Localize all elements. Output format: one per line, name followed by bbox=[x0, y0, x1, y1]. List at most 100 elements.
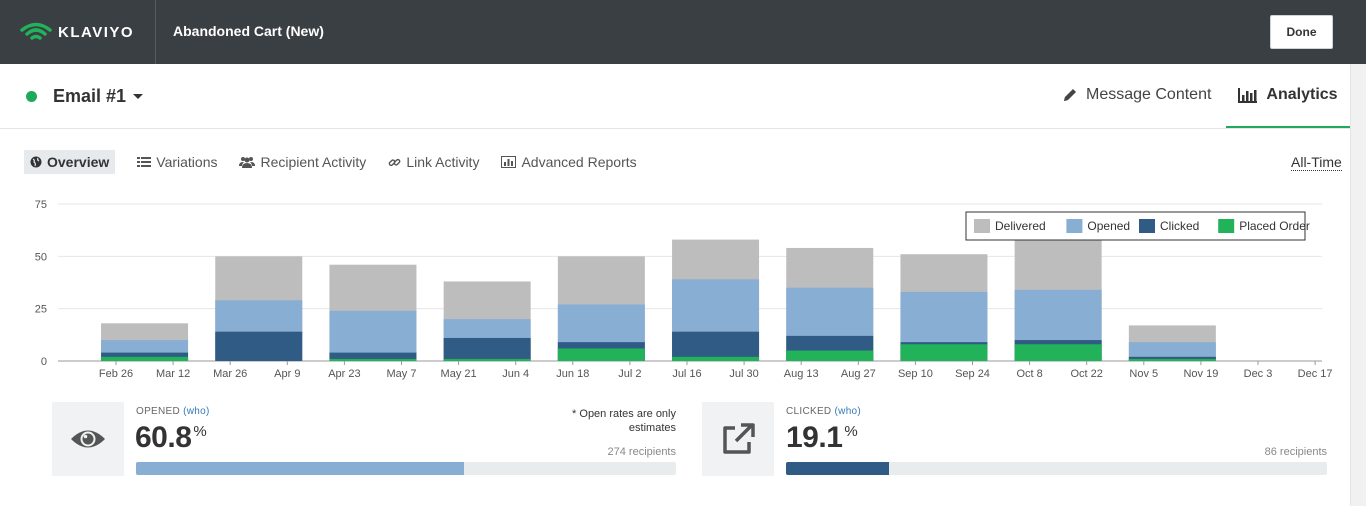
subnav-advanced-reports-label: Advanced Reports bbox=[521, 154, 637, 170]
y-tick-label: 0 bbox=[41, 356, 47, 368]
chart-canvas: 0 25 50 75 Feb 26 Mar 12 Mar 26 Apr 9 Apr 23 May … bbox=[35, 199, 1333, 380]
opened-progress-bar bbox=[136, 462, 676, 475]
tab-analytics[interactable]: Analytics bbox=[1226, 64, 1350, 128]
x-tick-label: Aug 27 bbox=[841, 368, 876, 380]
x-tick-label: Apr 9 bbox=[274, 368, 300, 380]
clicked-label-text: CLICKED bbox=[786, 406, 832, 417]
email-selector[interactable]: Email #1 bbox=[26, 84, 144, 108]
subnav-recipient-activity-label: Recipient Activity bbox=[260, 154, 367, 170]
list-icon bbox=[137, 156, 152, 168]
header-divider bbox=[0, 128, 1350, 129]
tab-message-content-label: Message Content bbox=[1086, 86, 1212, 103]
x-tick-label: Aug 13 bbox=[784, 368, 819, 380]
opened-rate-value: 60.8 bbox=[135, 421, 192, 454]
open-rate-note: * Open rates are only estimates bbox=[530, 407, 676, 435]
klaviyo-logo[interactable]: KLAVIYO bbox=[20, 18, 138, 46]
clicked-label: CLICKED (who) bbox=[786, 406, 861, 417]
tab-message-content[interactable]: Message Content bbox=[1062, 86, 1211, 104]
chart-bar-placed-order bbox=[1128, 358, 1216, 361]
chevron-down-icon bbox=[133, 93, 144, 99]
legend-swatch bbox=[974, 219, 990, 233]
external-link-icon bbox=[723, 423, 755, 454]
date-range-selector[interactable]: All-Time bbox=[1291, 154, 1342, 171]
x-tick-label: Feb 26 bbox=[99, 368, 133, 380]
legend-label: Placed Order bbox=[1239, 219, 1310, 233]
x-tick-label: Mar 12 bbox=[156, 368, 190, 380]
legend-label: Opened bbox=[1087, 219, 1130, 233]
opened-rate-unit: % bbox=[193, 423, 207, 440]
chart-bar-clicked bbox=[215, 331, 303, 361]
clicked-recipients: 86 recipients bbox=[1264, 446, 1327, 458]
clicked-progress-fill bbox=[786, 462, 890, 475]
page-scrollbar[interactable] bbox=[1350, 64, 1366, 506]
legend-swatch bbox=[1139, 219, 1155, 233]
open-rate-note-line1: * Open rates are only bbox=[572, 408, 676, 420]
legend-label: Clicked bbox=[1160, 219, 1199, 233]
x-tick-label: Jul 30 bbox=[729, 368, 758, 380]
x-tick-label: Sep 10 bbox=[898, 368, 933, 380]
x-tick-label: Jul 2 bbox=[618, 368, 641, 380]
chart-bar-placed-order bbox=[786, 350, 874, 361]
x-tick-label: Sep 24 bbox=[955, 368, 990, 380]
x-tick-label: May 21 bbox=[441, 368, 477, 380]
x-tick-label: May 7 bbox=[387, 368, 417, 380]
clicked-rate-unit: % bbox=[844, 423, 858, 440]
subnav-overview[interactable]: Overview bbox=[24, 150, 116, 174]
clicked-who-link[interactable]: (who) bbox=[835, 406, 862, 417]
chart-bar-placed-order bbox=[443, 358, 531, 361]
subnav-advanced-reports[interactable]: Advanced Reports bbox=[501, 150, 637, 174]
x-tick-label: Nov 19 bbox=[1183, 368, 1218, 380]
y-tick-label: 75 bbox=[35, 199, 47, 211]
subnav-variations[interactable]: Variations bbox=[137, 150, 217, 174]
x-tick-label: Apr 23 bbox=[328, 368, 360, 380]
clicked-rate-value: 19.1 bbox=[786, 421, 843, 454]
link-icon bbox=[388, 156, 401, 169]
chart-bar-placed-order bbox=[557, 348, 645, 361]
clicked-progress-bar bbox=[786, 462, 1327, 475]
subnav-link-activity-label: Link Activity bbox=[406, 154, 480, 170]
chart-bar-placed-order bbox=[900, 344, 988, 361]
opened-recipients: 274 recipients bbox=[607, 446, 677, 458]
chart-bar-clicked bbox=[672, 331, 760, 361]
x-tick-label: Jun 18 bbox=[556, 368, 589, 380]
legend-label: Delivered bbox=[995, 219, 1046, 233]
subnav-overview-label: Overview bbox=[47, 154, 110, 170]
chart-bar-placed-order bbox=[1014, 344, 1102, 361]
chart-bar-placed-order bbox=[329, 358, 417, 361]
topbar-divider bbox=[155, 0, 156, 64]
overview-subnav: Overview Variations Recipient Activity L… bbox=[24, 150, 659, 174]
chart-bar-placed-order bbox=[101, 356, 189, 361]
eye-icon bbox=[71, 430, 105, 448]
y-tick-label: 25 bbox=[35, 304, 47, 316]
open-rate-note-line2: estimates bbox=[628, 422, 676, 434]
x-tick-label: Oct 22 bbox=[1070, 368, 1102, 380]
legend-swatch bbox=[1066, 219, 1083, 233]
x-tick-label: Mar 26 bbox=[213, 368, 247, 380]
clicked-rate: 19.1% bbox=[786, 421, 858, 455]
legend-swatch bbox=[1218, 219, 1235, 233]
opened-progress-fill bbox=[136, 462, 465, 475]
opened-rate: 60.8% bbox=[135, 421, 207, 455]
x-tick-label: Nov 5 bbox=[1129, 368, 1158, 380]
status-dot-icon bbox=[26, 90, 37, 102]
y-tick-label: 50 bbox=[35, 251, 47, 263]
opened-label-text: OPENED bbox=[136, 406, 181, 417]
clicked-card-icon-box bbox=[702, 402, 774, 476]
brand-name: KLAVIYO bbox=[58, 23, 135, 41]
done-button[interactable]: Done bbox=[1270, 15, 1333, 49]
bar-chart-icon bbox=[501, 156, 517, 168]
opened-who-link[interactable]: (who) bbox=[183, 406, 210, 417]
bar-chart-icon bbox=[1238, 87, 1258, 103]
email-name: Email #1 bbox=[53, 85, 127, 106]
x-tick-label: Jun 4 bbox=[502, 368, 529, 380]
x-tick-label: Jul 16 bbox=[672, 368, 701, 380]
subnav-recipient-activity[interactable]: Recipient Activity bbox=[239, 150, 366, 174]
users-icon bbox=[239, 156, 256, 168]
subnav-link-activity[interactable]: Link Activity bbox=[388, 150, 479, 174]
x-tick-label: Oct 8 bbox=[1016, 368, 1042, 380]
engagement-chart: 0 25 50 75 Feb 26 Mar 12 Mar 26 Apr 9 Apr 23 May … bbox=[0, 190, 1350, 390]
flow-title: Abandoned Cart (New) bbox=[173, 23, 324, 39]
opened-label: OPENED (who) bbox=[136, 406, 210, 417]
chart-bar-clicked bbox=[443, 337, 531, 361]
tab-analytics-label: Analytics bbox=[1266, 86, 1338, 103]
